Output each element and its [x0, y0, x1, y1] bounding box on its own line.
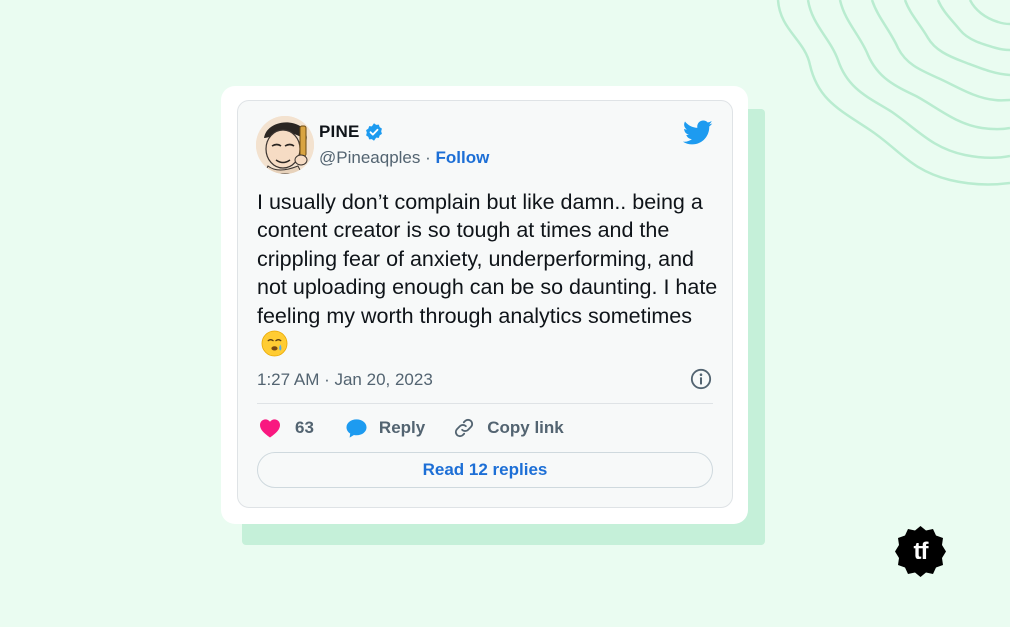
- like-count: 63: [295, 418, 314, 437]
- tweet-timestamp[interactable]: 1:27 AM · Jan 20, 2023: [257, 370, 433, 390]
- crying-face-emoji-icon: [261, 330, 288, 357]
- info-icon[interactable]: [690, 368, 712, 390]
- handle-row: @Pineaqples · Follow: [319, 148, 489, 168]
- like-button[interactable]: 63: [259, 418, 314, 438]
- brand-logo: tf: [893, 524, 948, 579]
- reply-bubble-icon: [346, 418, 367, 438]
- author-name-row: PINE: [319, 122, 384, 142]
- action-bar: 63 Reply Copy link: [259, 415, 564, 441]
- reply-button[interactable]: Reply: [345, 418, 425, 439]
- divider: [257, 403, 713, 404]
- avatar[interactable]: [256, 116, 314, 174]
- twitter-bird-icon[interactable]: [683, 120, 713, 146]
- read-replies-button[interactable]: Read 12 replies: [257, 452, 713, 488]
- heart-icon: [260, 419, 280, 438]
- reply-label: Reply: [378, 418, 426, 437]
- read-replies-label: Read 12 replies: [422, 460, 548, 479]
- follow-button[interactable]: Follow: [436, 148, 490, 167]
- copy-link-label: Copy link: [487, 418, 564, 437]
- tweet-text: I usually don’t complain but like damn..…: [257, 190, 718, 328]
- handle-separator: ·: [425, 148, 431, 167]
- link-icon: [455, 418, 474, 438]
- verified-badge-icon: [366, 123, 383, 141]
- brand-logo-text: tf: [913, 537, 929, 565]
- author-name[interactable]: PINE: [319, 122, 359, 142]
- author-handle[interactable]: @Pineaqples: [319, 148, 420, 167]
- tweet-card: PINE @Pineaqples · Follow I usually don’…: [237, 100, 733, 508]
- copy-link-button[interactable]: Copy link: [453, 417, 564, 439]
- tweet-body: I usually don’t complain but like damn..…: [257, 188, 719, 358]
- decorative-waves: [776, 0, 1010, 186]
